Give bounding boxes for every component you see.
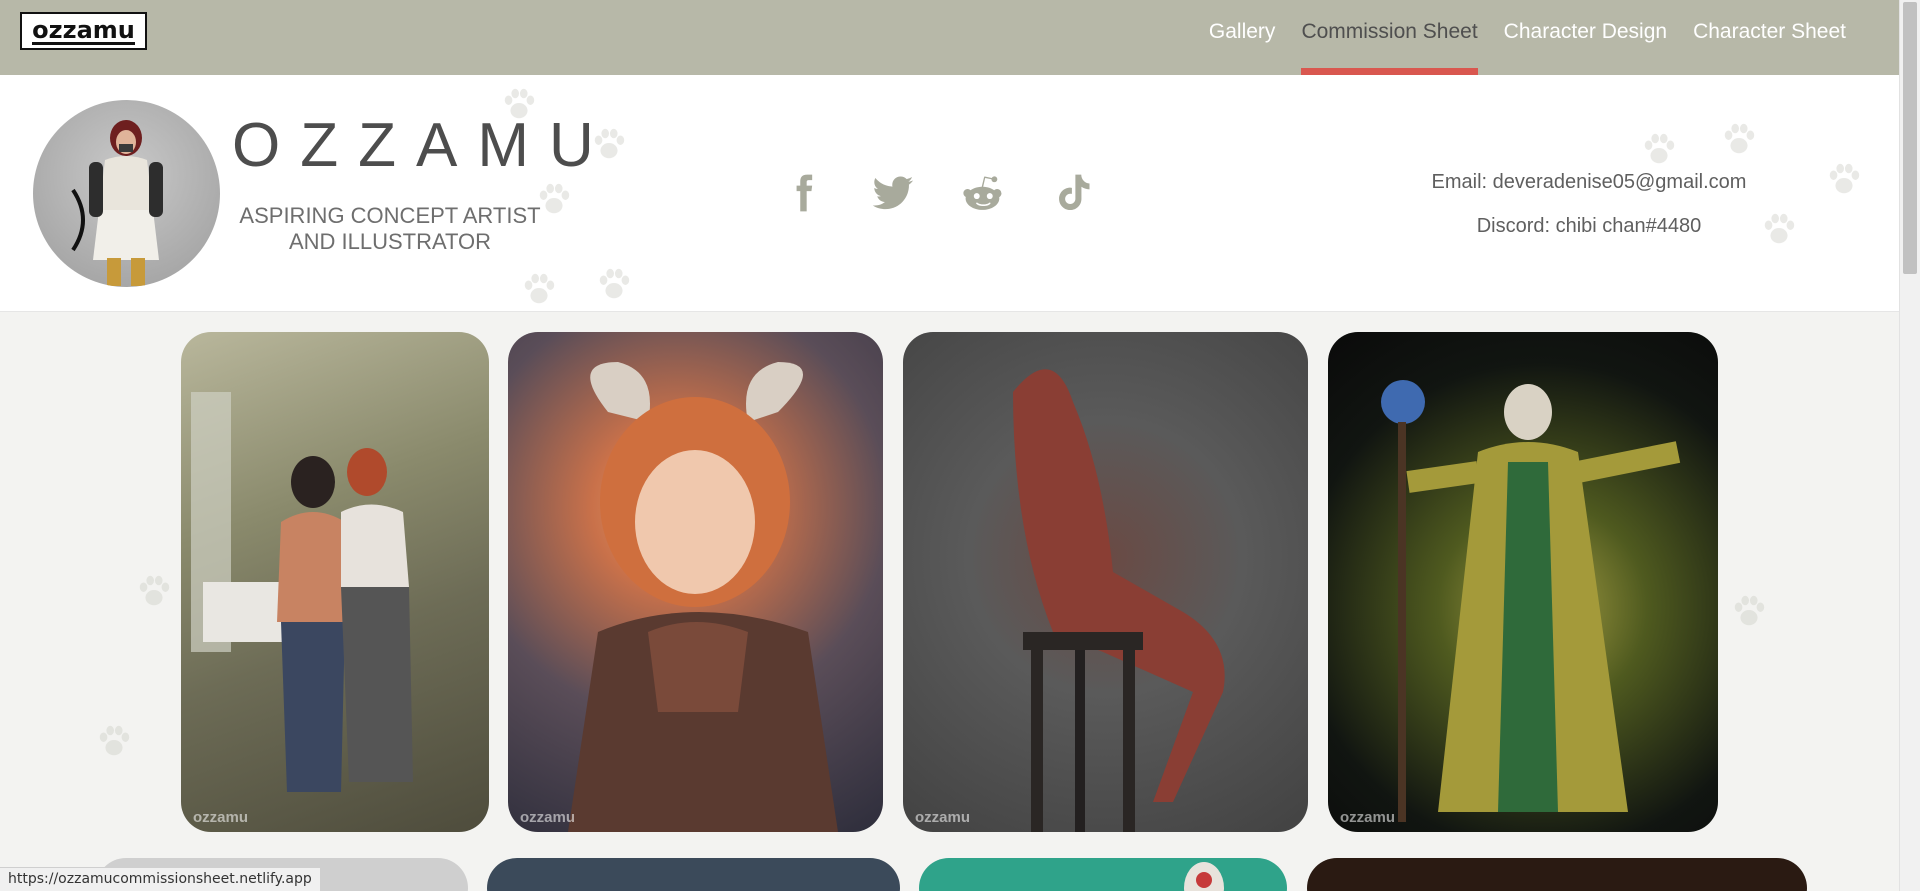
watermark: ozzamu [193, 809, 249, 826]
watermark: ozzamu [1340, 809, 1396, 826]
artwork-card-ram-horn-girl[interactable]: ozzamu [508, 332, 883, 832]
page-scrollbar[interactable] [1899, 0, 1920, 891]
nav-character-sheet[interactable]: Character Sheet [1680, 0, 1859, 75]
top-nav-bar: ozzamu Gallery Commission Sheet Characte… [0, 0, 1899, 75]
artwork-image [191, 392, 413, 792]
artwork-image [1184, 862, 1224, 891]
tiktok-link[interactable] [1050, 170, 1096, 216]
site-logo[interactable]: ozzamu [20, 12, 147, 50]
main-nav: Gallery Commission Sheet Character Desig… [1196, 0, 1859, 75]
watermark: ozzamu [915, 809, 971, 826]
facebook-link[interactable] [780, 170, 826, 216]
artwork-card-row2-4[interactable] [1307, 858, 1807, 891]
tagline-line-1: ASPIRING CONCEPT ARTIST [239, 203, 541, 228]
artwork-gallery: ozzamu ozzamu ozzamu ozzamu [0, 312, 1899, 891]
paw-print-icon [95, 722, 133, 760]
reddit-link[interactable] [960, 170, 1006, 216]
tagline: ASPIRING CONCEPT ARTIST AND ILLUSTRATOR [232, 203, 548, 255]
avatar [33, 100, 220, 287]
status-bar-url: https://ozzamucommissionsheet.netlify.ap… [0, 867, 321, 891]
discord-text: Discord: chibi chan#4480 [1476, 215, 1702, 237]
social-links [780, 170, 1096, 216]
reddit-icon [963, 176, 1002, 210]
paw-print-icon [1720, 120, 1758, 158]
paw-print-icon [1730, 592, 1768, 630]
paw-print-icon [1825, 160, 1863, 198]
contact-info: Email: deveradenise05@gmail.com Discord:… [1419, 160, 1759, 248]
tiktok-icon [1059, 174, 1090, 211]
paw-print-icon [520, 270, 558, 308]
twitter-link[interactable] [870, 170, 916, 216]
twitter-icon [872, 176, 914, 210]
paw-print-icon [595, 265, 633, 303]
watermark: ozzamu [520, 809, 576, 826]
nav-commission-sheet[interactable]: Commission Sheet [1288, 0, 1490, 75]
artwork-card-wizard[interactable]: ozzamu [1328, 332, 1718, 832]
email-text[interactable]: Email: deveradenise05@gmail.com [1419, 160, 1759, 204]
logo-text: ozzamu [32, 15, 135, 45]
artwork-card-row2-3[interactable] [919, 858, 1287, 891]
facebook-icon [796, 174, 813, 212]
artwork-image [1381, 380, 1681, 822]
nav-character-design[interactable]: Character Design [1491, 0, 1680, 75]
paw-print-icon [135, 572, 173, 610]
profile-header: OZZAMU ASPIRING CONCEPT ARTIST AND ILLUS… [0, 75, 1899, 312]
artwork-card-kitchen-couple[interactable]: ozzamu [181, 332, 489, 832]
brand-name: OZZAMU [232, 111, 614, 180]
scrollbar-thumb[interactable] [1903, 2, 1917, 274]
tagline-line-2: AND ILLUSTRATOR [288, 229, 492, 254]
paw-print-icon [1760, 210, 1798, 248]
avatar-figure-image [71, 120, 163, 286]
artwork-image [1013, 369, 1225, 832]
nav-gallery[interactable]: Gallery [1196, 0, 1289, 75]
artwork-image [568, 362, 838, 832]
artwork-card-muscle-figure[interactable]: ozzamu [903, 332, 1308, 832]
artwork-card-row2-2[interactable] [487, 858, 900, 891]
